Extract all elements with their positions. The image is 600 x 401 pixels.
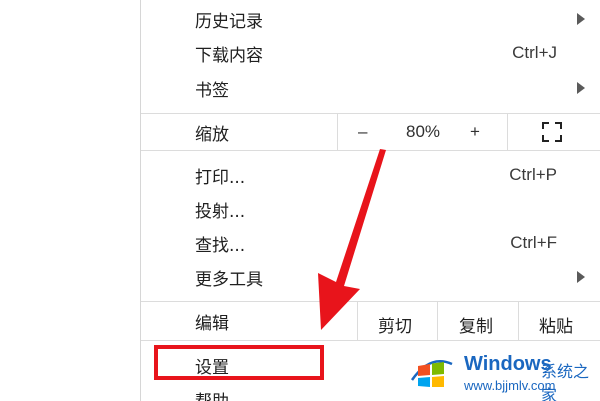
zoom-divider xyxy=(507,114,508,150)
zoom-divider xyxy=(337,114,338,150)
menu-item-zoom: 缩放 xyxy=(141,115,600,149)
menu-item-more-tools[interactable]: 更多工具 xyxy=(141,260,600,294)
menu-item-print[interactable]: 打印... Ctrl+P xyxy=(141,158,600,192)
zoom-in-button[interactable]: + xyxy=(470,122,480,142)
shortcut-label: Ctrl+F xyxy=(510,233,557,252)
cut-button[interactable]: 剪切 xyxy=(378,312,412,337)
menu-item-label: 历史记录 xyxy=(195,11,263,32)
menu-item-downloads[interactable]: 下载内容 Ctrl+J xyxy=(141,36,600,70)
menu-item-label: 打印... xyxy=(195,167,246,188)
menu-item-label: 投射... xyxy=(195,201,246,222)
page-background xyxy=(0,0,140,401)
paste-button[interactable]: 粘贴 xyxy=(539,312,573,337)
menu-item-label: 书签 xyxy=(195,80,229,101)
zoom-label: 缩放 xyxy=(195,124,229,145)
menu-item-label: 帮助 xyxy=(195,387,229,401)
menu-item-label: 下载内容 xyxy=(195,45,263,66)
watermark-url: www.bjjmlv.com xyxy=(464,378,556,393)
fullscreen-icon[interactable] xyxy=(542,122,562,142)
submenu-arrow-icon xyxy=(577,271,585,283)
shortcut-label: Ctrl+J xyxy=(512,43,557,62)
menu-item-label: 查找... xyxy=(195,235,246,256)
menu-item-cast[interactable]: 投射... xyxy=(141,192,600,226)
edit-divider xyxy=(437,302,438,340)
settings-highlight-box xyxy=(154,345,324,380)
submenu-arrow-icon xyxy=(577,13,585,25)
menu-divider xyxy=(141,113,600,114)
copy-button[interactable]: 复制 xyxy=(459,312,493,337)
menu-item-label: 更多工具 xyxy=(195,269,263,290)
windows-logo-icon xyxy=(410,360,453,387)
browser-main-menu: 历史记录 下载内容 Ctrl+J 书签 缩放 – 80% + 打印... Ctr… xyxy=(140,0,600,401)
zoom-level: 80% xyxy=(406,122,441,141)
menu-item-bookmarks[interactable]: 书签 xyxy=(141,71,600,105)
menu-item-find[interactable]: 查找... Ctrl+F xyxy=(141,226,600,260)
menu-divider xyxy=(141,150,600,151)
submenu-arrow-icon xyxy=(577,82,585,94)
shortcut-label: Ctrl+P xyxy=(509,165,557,184)
watermark: Windows 系统之家 www.bjjmlv.com xyxy=(410,352,600,401)
menu-divider xyxy=(141,340,600,341)
edit-divider xyxy=(357,302,358,340)
menu-item-history[interactable]: 历史记录 xyxy=(141,2,600,36)
watermark-title: Windows xyxy=(464,353,552,375)
zoom-out-button[interactable]: – xyxy=(358,122,367,142)
edit-label: 编辑 xyxy=(195,313,229,334)
menu-divider xyxy=(141,301,600,302)
menu-item-edit: 编辑 xyxy=(141,304,600,338)
edit-divider xyxy=(518,302,519,340)
